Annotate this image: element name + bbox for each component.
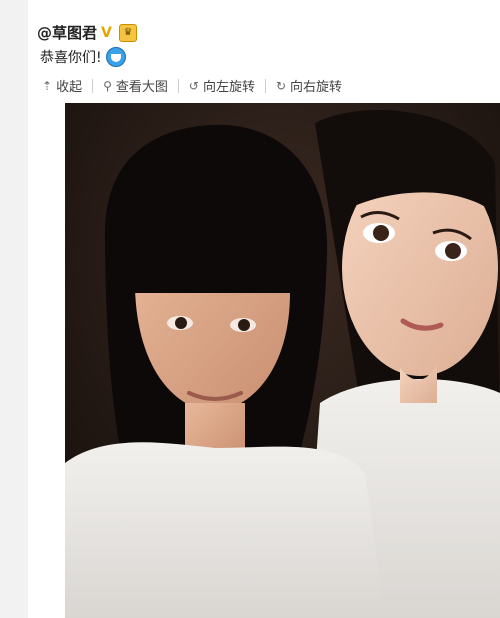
toolbar-divider [92, 78, 94, 93]
rotate-right-icon: ↻ [275, 78, 287, 93]
post-text-content: 恭喜你们! [40, 50, 102, 66]
rotate-left-icon: ↺ [188, 78, 199, 93]
doraemon-emoji-icon [105, 47, 126, 67]
view-large-button[interactable]: ⚲ 查看大图 [103, 76, 168, 96]
username-link[interactable]: @草图君 [37, 22, 97, 43]
post-header: @草图君 V ♛ [37, 22, 138, 43]
image-toolbar: ⇡ 收起 ⚲ 查看大图 ↺ 向左旋转 ↻ 向右旋转 [42, 76, 342, 95]
rotate-right-button[interactable]: ↻ 向右旋转 [275, 76, 343, 96]
collapse-button[interactable]: ⇡ 收起 [42, 76, 83, 96]
post-photo[interactable] [65, 103, 500, 618]
rotate-left-button[interactable]: ↺ 向左旋转 [188, 76, 255, 96]
arrow-up-icon: ⇡ [42, 78, 53, 93]
post-text: 恭喜你们! [40, 47, 126, 67]
left-person-shirt [65, 442, 385, 618]
verified-v-icon: V [101, 24, 112, 41]
member-badge-icon: ♛ [119, 23, 138, 42]
toolbar-divider [177, 78, 179, 93]
selfie-photo [65, 103, 500, 618]
view-large-label: 查看大图 [115, 80, 168, 95]
magnifier-icon: ⚲ [103, 78, 112, 93]
toolbar-divider [264, 78, 266, 93]
rotate-right-label: 向右旋转 [290, 80, 343, 95]
rotate-left-label: 向左旋转 [202, 80, 255, 95]
collapse-label: 收起 [56, 80, 83, 95]
